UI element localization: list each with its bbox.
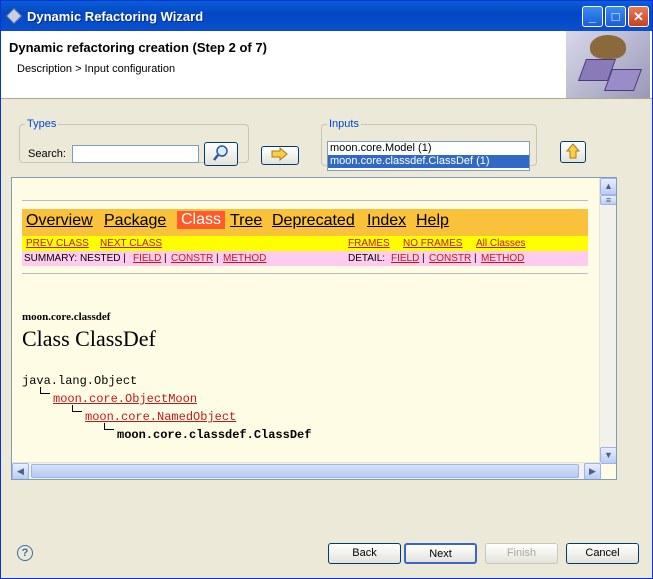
hierarchy-current: moon.core.classdef.ClassDef	[117, 428, 312, 442]
detail-label: DETAIL:	[348, 253, 386, 264]
scroll-up-arrow-icon[interactable]: ▲	[600, 178, 616, 195]
class-title: Class ClassDef	[22, 326, 156, 351]
maximize-button[interactable]: □	[605, 6, 626, 27]
hierarchy-root: java.lang.Object	[22, 374, 138, 388]
scroll-left-arrow-icon[interactable]: ◀	[12, 463, 29, 479]
nav-tree-link[interactable]: Tree	[230, 212, 262, 230]
close-button[interactable]: ✕	[628, 6, 649, 27]
tree-connector	[40, 387, 50, 394]
right-arrow-icon	[271, 146, 288, 162]
nav-class-active: Class	[177, 211, 226, 229]
finish-button: Finish	[485, 543, 558, 564]
class-nav-bar: PREV CLASS NEXT CLASS FRAMES NO FRAMES A…	[22, 236, 588, 251]
separator: |	[216, 253, 219, 264]
tree-connector	[104, 423, 114, 430]
minimize-button[interactable]: _	[582, 6, 603, 27]
separator: |	[474, 253, 477, 264]
next-button[interactable]: Next	[404, 543, 477, 564]
inputs-legend: Inputs	[329, 118, 359, 130]
summary-label: SUMMARY: NESTED |	[24, 253, 126, 264]
divider	[22, 273, 588, 274]
hierarchy-link[interactable]: moon.core.NamedObject	[85, 410, 236, 424]
app-icon	[6, 8, 22, 24]
search-button[interactable]	[204, 142, 238, 166]
all-classes-link[interactable]: All Classes	[476, 238, 525, 249]
help-icon[interactable]: ?	[17, 545, 33, 561]
step-subtitle: Description > Input configuration	[17, 63, 176, 75]
summary-field-link[interactable]: FIELD	[133, 253, 161, 264]
search-label: Search:	[28, 148, 66, 160]
title-bar: Dynamic Refactoring Wizard _ □ ✕	[1, 1, 652, 31]
back-button[interactable]: Back	[328, 543, 401, 564]
scroll-down-arrow-icon[interactable]: ▼	[600, 447, 616, 464]
summary-constr-link[interactable]: CONSTR	[171, 253, 213, 264]
wizard-window: Dynamic Refactoring Wizard _ □ ✕ Dynamic…	[0, 0, 653, 579]
tree-connector	[72, 405, 82, 412]
horizontal-scroll-thumb[interactable]	[31, 464, 579, 478]
eagle-graphic	[590, 35, 626, 59]
separator: |	[422, 253, 425, 264]
types-group: Types Search:	[19, 118, 249, 166]
nav-overview-link[interactable]: Overview	[26, 212, 93, 230]
magnifier-icon	[213, 145, 228, 161]
summary-detail-bar: SUMMARY: NESTED | FIELD | CONSTR | METHO…	[22, 251, 588, 266]
javadoc-panel[interactable]: Overview Package Class Tree Deprecated I…	[11, 177, 617, 480]
book-graphic	[603, 69, 643, 91]
nav-help-link[interactable]: Help	[416, 212, 449, 230]
add-input-button[interactable]	[261, 146, 299, 165]
javadoc-navbar: Overview Package Class Tree Deprecated I…	[22, 209, 588, 236]
cancel-button[interactable]: Cancel	[566, 543, 639, 564]
divider	[22, 200, 588, 201]
step-title: Dynamic refactoring creation (Step 2 of …	[9, 40, 267, 55]
horizontal-scrollbar[interactable]: ◀ ▶	[12, 462, 601, 479]
vertical-scroll-thumb[interactable]: ≡	[600, 195, 616, 205]
inputs-list[interactable]: moon.core.Model (1) moon.core.classdef.C…	[327, 141, 530, 171]
types-legend: Types	[27, 118, 57, 130]
search-input[interactable]	[72, 145, 199, 163]
nav-deprecated-link[interactable]: Deprecated	[272, 212, 355, 230]
nav-index-link[interactable]: Index	[367, 212, 406, 230]
prev-class-link[interactable]: PREV CLASS	[26, 238, 89, 249]
package-name: moon.core.classdef	[22, 311, 111, 323]
nav-package-link[interactable]: Package	[104, 212, 166, 230]
separator: |	[164, 253, 167, 264]
move-up-button[interactable]	[560, 141, 586, 163]
wizard-header: Dynamic refactoring creation (Step 2 of …	[1, 31, 652, 99]
wizard-banner-image	[566, 31, 650, 98]
scroll-right-arrow-icon[interactable]: ▶	[584, 463, 601, 479]
frames-link[interactable]: FRAMES	[348, 238, 390, 249]
no-frames-link[interactable]: NO FRAMES	[403, 238, 462, 249]
detail-constr-link[interactable]: CONSTR	[429, 253, 471, 264]
hierarchy-link[interactable]: moon.core.ObjectMoon	[53, 392, 197, 406]
detail-field-link[interactable]: FIELD	[391, 253, 419, 264]
detail-method-link[interactable]: METHOD	[481, 253, 524, 264]
vertical-scrollbar[interactable]: ▲ ≡ ▼	[599, 178, 616, 464]
inputs-group: Inputs moon.core.Model (1) moon.core.cla…	[321, 118, 537, 171]
summary-method-link[interactable]: METHOD	[223, 253, 266, 264]
next-class-link[interactable]: NEXT CLASS	[100, 238, 162, 249]
inputs-list-item[interactable]: moon.core.Model (1)	[328, 142, 529, 155]
up-arrow-icon	[565, 143, 581, 159]
window-title: Dynamic Refactoring Wizard	[27, 9, 204, 24]
inputs-list-item-selected[interactable]: moon.core.classdef.ClassDef (1)	[328, 155, 529, 168]
